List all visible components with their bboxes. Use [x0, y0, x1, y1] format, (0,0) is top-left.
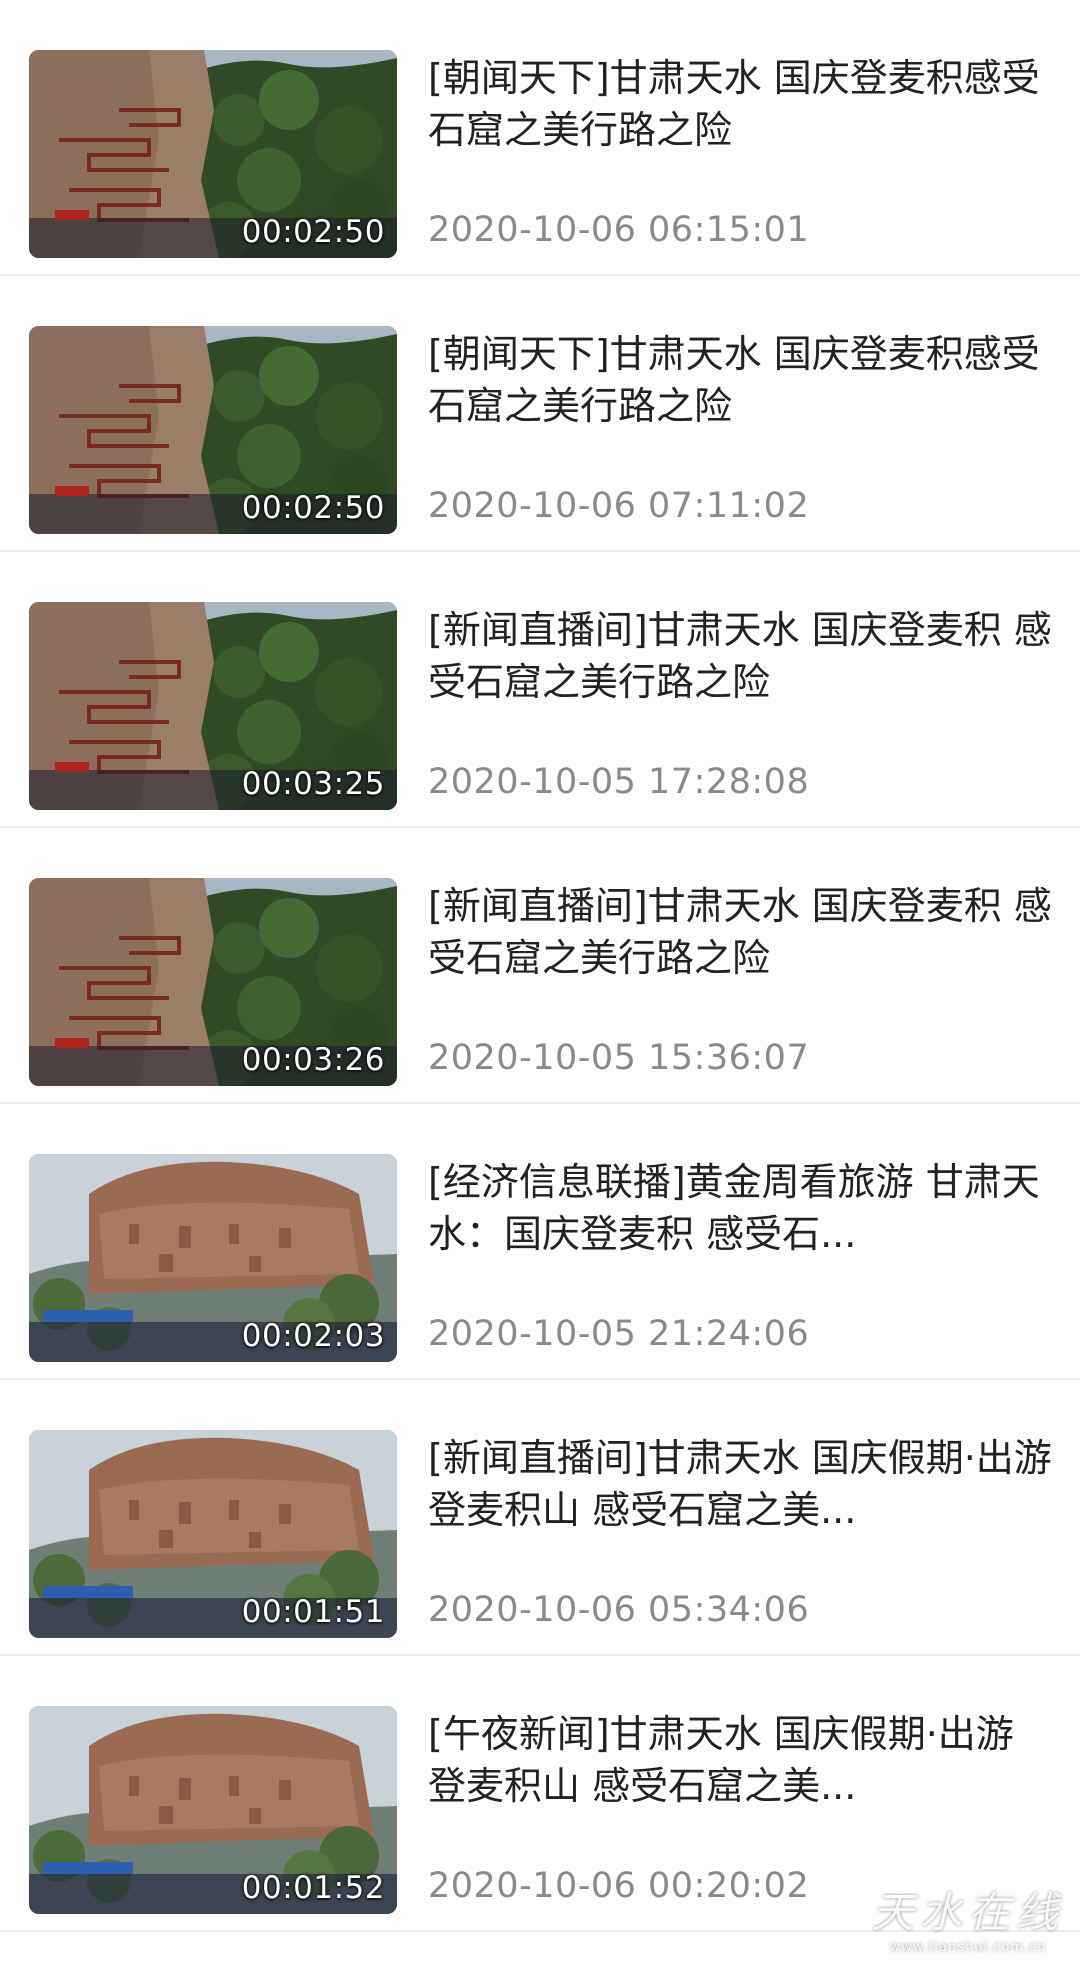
- video-duration: 00:03:25: [241, 766, 385, 802]
- video-thumbnail[interactable]: 00:03:26: [29, 878, 397, 1086]
- video-thumbnail[interactable]: 00:01:51: [29, 1430, 397, 1638]
- watermark-url: www.tianshui.com.cn: [889, 1940, 1047, 1955]
- video-title[interactable]: [经济信息联播]黄金周看旅游 甘肃天水：国庆登麦积 感受石...: [428, 1156, 1052, 1260]
- video-date: 2020-10-06 07:11:02: [428, 486, 810, 526]
- video-list-item[interactable]: 00:02:50 [朝闻天下]甘肃天水 国庆登麦积感受石窟之美行路之险 2020…: [0, 0, 1080, 276]
- video-thumbnail[interactable]: 00:01:52: [29, 1706, 397, 1914]
- video-list-item[interactable]: 00:03:26 [新闻直播间]甘肃天水 国庆登麦积 感受石窟之美行路之险 20…: [0, 828, 1080, 1104]
- video-thumbnail[interactable]: 00:02:50: [29, 50, 397, 258]
- site-watermark-logo: 天水在线 www.tianshui.com.cn: [872, 1879, 1064, 1955]
- video-duration: 00:03:26: [241, 1042, 385, 1078]
- video-date: 2020-10-05 17:28:08: [428, 762, 810, 802]
- video-list-item[interactable]: 00:02:50 [朝闻天下]甘肃天水 国庆登麦积感受石窟之美行路之险 2020…: [0, 276, 1080, 552]
- video-date: 2020-10-06 06:15:01: [428, 210, 810, 250]
- video-title[interactable]: [朝闻天下]甘肃天水 国庆登麦积感受石窟之美行路之险: [428, 328, 1052, 432]
- video-list-item[interactable]: 00:02:03 [经济信息联播]黄金周看旅游 甘肃天水：国庆登麦积 感受石..…: [0, 1104, 1080, 1380]
- video-list: 00:02:50 [朝闻天下]甘肃天水 国庆登麦积感受石窟之美行路之险 2020…: [0, 0, 1080, 1932]
- video-title[interactable]: [新闻直播间]甘肃天水 国庆登麦积 感受石窟之美行路之险: [428, 880, 1052, 984]
- video-list-item[interactable]: 00:01:51 [新闻直播间]甘肃天水 国庆假期·出游 登麦积山 感受石窟之美…: [0, 1380, 1080, 1656]
- video-title[interactable]: [新闻直播间]甘肃天水 国庆登麦积 感受石窟之美行路之险: [428, 604, 1052, 708]
- video-title[interactable]: [新闻直播间]甘肃天水 国庆假期·出游 登麦积山 感受石窟之美...: [428, 1432, 1052, 1536]
- video-date: 2020-10-05 15:36:07: [428, 1038, 810, 1078]
- video-list-item[interactable]: 00:03:25 [新闻直播间]甘肃天水 国庆登麦积 感受石窟之美行路之险 20…: [0, 552, 1080, 828]
- video-date: 2020-10-06 00:20:02: [428, 1866, 810, 1906]
- video-date: 2020-10-05 21:24:06: [428, 1314, 810, 1354]
- video-title[interactable]: [朝闻天下]甘肃天水 国庆登麦积感受石窟之美行路之险: [428, 52, 1052, 156]
- video-duration: 00:02:03: [241, 1318, 385, 1354]
- video-date: 2020-10-06 05:34:06: [428, 1590, 810, 1630]
- video-thumbnail[interactable]: 00:02:03: [29, 1154, 397, 1362]
- video-thumbnail[interactable]: 00:03:25: [29, 602, 397, 810]
- watermark-text: 天水在线: [871, 1888, 1064, 1937]
- video-thumbnail[interactable]: 00:02:50: [29, 326, 397, 534]
- video-duration: 00:01:51: [241, 1594, 385, 1630]
- video-duration: 00:02:50: [241, 490, 385, 526]
- video-title[interactable]: [午夜新闻]甘肃天水 国庆假期·出游 登麦积山 感受石窟之美...: [428, 1708, 1052, 1812]
- video-duration: 00:01:52: [241, 1870, 385, 1906]
- video-duration: 00:02:50: [241, 214, 385, 250]
